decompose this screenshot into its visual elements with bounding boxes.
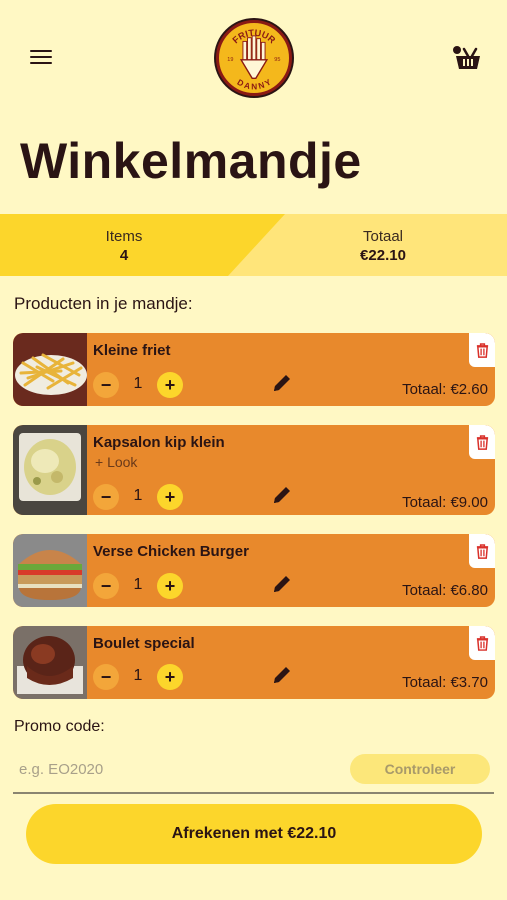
- cart-item: Boulet special − 1 + Totaal: €3.70: [13, 626, 495, 699]
- promo-input-underline: [13, 792, 494, 794]
- items-count-summary: Items 4: [84, 228, 164, 264]
- total-label: Totaal: [362, 228, 404, 245]
- trash-delete-icon[interactable]: [469, 333, 495, 367]
- trash-delete-icon[interactable]: [469, 534, 495, 568]
- cart-item: Verse Chicken Burger − 1 + Totaal: €6.80: [13, 534, 495, 607]
- pencil-edit-icon[interactable]: [271, 372, 293, 394]
- cart-item: Kleine friet − 1 + Totaal: €2.60: [13, 333, 495, 406]
- kapsalon-photo: [13, 425, 87, 515]
- increase-quantity-button[interactable]: +: [157, 484, 183, 510]
- decrease-quantity-button[interactable]: −: [93, 372, 119, 398]
- item-name: Kapsalon kip klein: [93, 434, 225, 451]
- item-name: Kleine friet: [93, 342, 171, 359]
- pencil-edit-icon[interactable]: [271, 484, 293, 506]
- item-quantity: 1: [133, 375, 143, 392]
- item-quantity: 1: [133, 667, 143, 684]
- item-extra: + Look: [95, 454, 138, 470]
- items-label: Items: [105, 228, 143, 245]
- decrease-quantity-button[interactable]: −: [93, 484, 119, 510]
- pencil-edit-icon[interactable]: [271, 664, 293, 686]
- item-total: Totaal: €6.80: [402, 582, 488, 599]
- promo-code-label: Promo code:: [14, 718, 105, 735]
- increase-quantity-button[interactable]: +: [157, 664, 183, 690]
- top-bar: FRITUUR DANNY 19 95: [0, 0, 507, 115]
- increase-quantity-button[interactable]: +: [157, 573, 183, 599]
- trash-delete-icon[interactable]: [469, 626, 495, 660]
- item-quantity: 1: [133, 576, 143, 593]
- fries-photo: [13, 333, 87, 406]
- svg-text:19: 19: [227, 57, 233, 63]
- svg-text:95: 95: [274, 57, 280, 63]
- pencil-edit-icon[interactable]: [271, 573, 293, 595]
- item-total: Totaal: €2.60: [402, 381, 488, 398]
- item-quantity: 1: [133, 487, 143, 504]
- item-name: Verse Chicken Burger: [93, 543, 249, 560]
- increase-quantity-button[interactable]: +: [157, 372, 183, 398]
- cart-summary: Items 4 Totaal €22.10: [0, 214, 507, 276]
- boulet-photo: [13, 626, 87, 699]
- promo-code-input[interactable]: [14, 752, 334, 786]
- hamburger-menu-icon[interactable]: [30, 50, 52, 66]
- page-title: Winkelmandje: [20, 133, 362, 189]
- frituur-danny-logo: FRITUUR DANNY 19 95: [216, 20, 292, 96]
- trash-delete-icon[interactable]: [469, 425, 495, 459]
- items-value: 4: [119, 247, 129, 264]
- basket-icon[interactable]: [452, 45, 482, 71]
- products-section-label: Producten in je mandje:: [14, 294, 193, 313]
- check-promo-button[interactable]: Controleer: [350, 754, 490, 784]
- total-summary: Totaal €22.10: [343, 228, 423, 264]
- item-name: Boulet special: [93, 635, 195, 652]
- item-total: Totaal: €3.70: [402, 674, 488, 691]
- cart-item: Kapsalon kip klein + Look − 1 + Totaal: …: [13, 425, 495, 515]
- checkout-button[interactable]: Afrekenen met €22.10: [26, 804, 482, 864]
- decrease-quantity-button[interactable]: −: [93, 573, 119, 599]
- total-value: €22.10: [360, 247, 406, 264]
- burger-photo: [13, 534, 87, 607]
- decrease-quantity-button[interactable]: −: [93, 664, 119, 690]
- item-total: Totaal: €9.00: [402, 494, 488, 511]
